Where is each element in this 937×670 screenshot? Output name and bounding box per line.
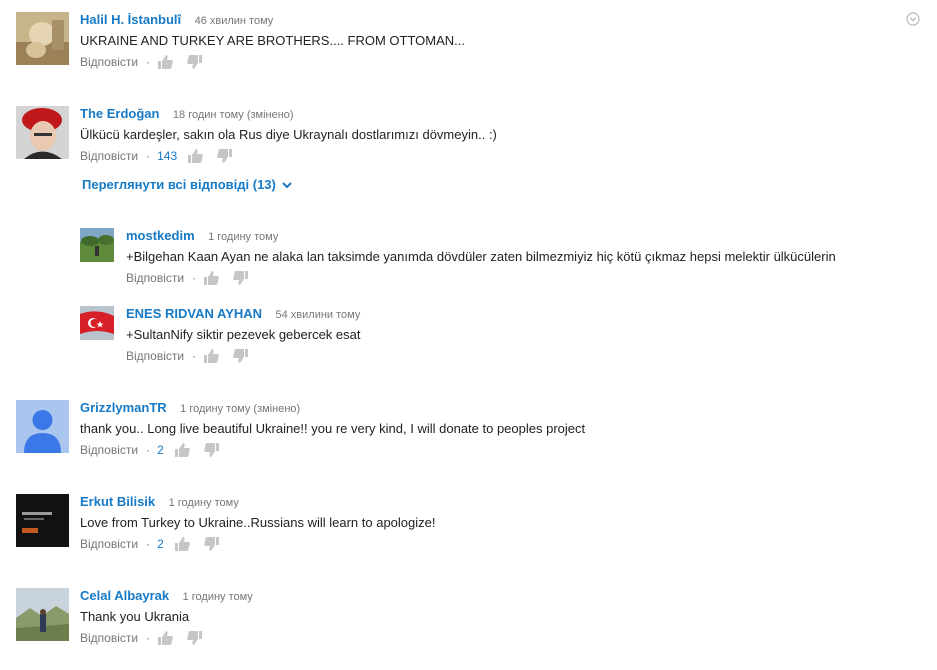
comment-item: Halil H. İstanbulî 46 хвилин тому UKRAIN… [16, 12, 896, 72]
comment-text: Ülkücü kardeşler, sakın ola Rus diye Ukr… [80, 127, 497, 142]
separator-dot: · [146, 537, 151, 551]
thumb-down-icon[interactable] [203, 442, 220, 458]
separator-dot: · [192, 271, 197, 285]
thumb-up-icon[interactable] [157, 54, 173, 70]
avatar[interactable] [16, 400, 69, 453]
comment-timestamp[interactable]: 18 годин тому (змінено) [173, 109, 294, 121]
comment-timestamp[interactable]: 1 годину тому (змінено) [180, 403, 300, 415]
avatar[interactable] [80, 228, 114, 262]
thumb-down-icon[interactable] [233, 270, 249, 286]
comment-timestamp[interactable]: 46 хвилин тому [195, 15, 274, 27]
thumb-up-icon[interactable] [187, 148, 203, 164]
avatar[interactable] [16, 494, 69, 547]
comment-text: +Bilgehan Kaan Ayan ne alaka lan taksimd… [126, 249, 836, 264]
separator-dot: · [146, 55, 151, 69]
reply-button[interactable]: Відповісти [126, 349, 184, 363]
separator-dot: · [146, 149, 151, 163]
comment-actions: Відповісти · [80, 53, 217, 71]
comment-timestamp[interactable]: 1 годину тому [183, 591, 253, 603]
comment-author[interactable]: The Erdoğan [80, 106, 159, 121]
separator-dot: · [192, 349, 197, 363]
comment-timestamp[interactable]: 54 хвилини тому [276, 309, 361, 321]
comment-item: Erkut Bilisik 1 годину тому Love from Tu… [16, 494, 896, 554]
thumb-up-icon[interactable] [174, 442, 190, 458]
like-count: 2 [157, 443, 164, 457]
thumb-down-icon[interactable] [187, 54, 203, 70]
comment-actions: Відповісти · 2 [80, 535, 234, 553]
separator-dot: · [146, 631, 151, 645]
comment-text: +SultanNify siktir pezevek gebercek esat [126, 327, 361, 342]
reply-button[interactable]: Відповісти [126, 271, 184, 285]
avatar[interactable] [80, 306, 114, 340]
thumb-up-icon[interactable] [174, 536, 190, 552]
thumb-up-icon[interactable] [157, 630, 173, 646]
chevron-down-icon [282, 181, 292, 188]
thumb-down-icon[interactable] [203, 536, 220, 552]
thumb-down-icon[interactable] [233, 348, 249, 364]
view-replies-label: Переглянути всі відповіді (13) [82, 177, 276, 192]
comment-author[interactable]: GrizzlymanTR [80, 400, 167, 415]
comment-author[interactable]: mostkedim [126, 228, 195, 243]
comment-author[interactable]: ENES RIDVAN AYHAN [126, 306, 262, 321]
comment-timestamp[interactable]: 1 годину тому [169, 497, 239, 509]
comment-author[interactable]: Erkut Bilisik [80, 494, 155, 509]
reply-button[interactable]: Відповісти [80, 537, 138, 551]
avatar[interactable] [16, 106, 69, 159]
comment-text: UKRAINE AND TURKEY ARE BROTHERS.... FROM… [80, 33, 466, 48]
comment-actions: Відповісти · [126, 269, 263, 287]
comment-actions: Відповісти · 143 [80, 147, 247, 165]
comment-actions: Відповісти · [80, 629, 217, 647]
view-replies-button[interactable]: Переглянути всі відповіді (13) [82, 177, 293, 192]
comment-item: The Erdoğan 18 годин тому (змінено) Ülkü… [16, 106, 896, 166]
comment-item: GrizzlymanTR 1 годину тому (змінено) tha… [16, 400, 896, 460]
comment-author[interactable]: Halil H. İstanbulî [80, 12, 181, 27]
reply-button[interactable]: Відповісти [80, 631, 138, 645]
reply-item: ENES RIDVAN AYHAN 54 хвилини тому +Sulta… [80, 306, 920, 366]
comment-actions: Відповісти · [126, 347, 263, 365]
reply-button[interactable]: Відповісти [80, 149, 138, 163]
reply-button[interactable]: Відповісти [80, 55, 138, 69]
reply-item: mostkedim 1 годину тому +Bilgehan Kaan A… [80, 228, 920, 288]
avatar[interactable] [16, 588, 69, 641]
comment-text: Love from Turkey to Ukraine..Russians wi… [80, 515, 436, 530]
thumb-up-icon[interactable] [203, 270, 219, 286]
avatar[interactable] [16, 12, 69, 65]
reply-button[interactable]: Відповісти [80, 443, 138, 457]
comment-author[interactable]: Celal Albayrak [80, 588, 169, 603]
comment-text: thank you.. Long live beautiful Ukraine!… [80, 421, 586, 436]
thumb-up-icon[interactable] [203, 348, 219, 364]
like-count: 143 [157, 149, 178, 163]
comment-menu-icon[interactable] [906, 12, 920, 26]
thumb-down-icon[interactable] [217, 148, 233, 164]
comment-timestamp[interactable]: 1 годину тому [208, 231, 278, 243]
comment-actions: Відповісти · 2 [80, 441, 234, 459]
separator-dot: · [146, 443, 151, 457]
like-count: 2 [157, 537, 164, 551]
thumb-down-icon[interactable] [187, 630, 203, 646]
comment-item: Celal Albayrak 1 годину тому Thank you U… [16, 588, 896, 648]
comment-text: Thank you Ukrania [80, 609, 190, 624]
